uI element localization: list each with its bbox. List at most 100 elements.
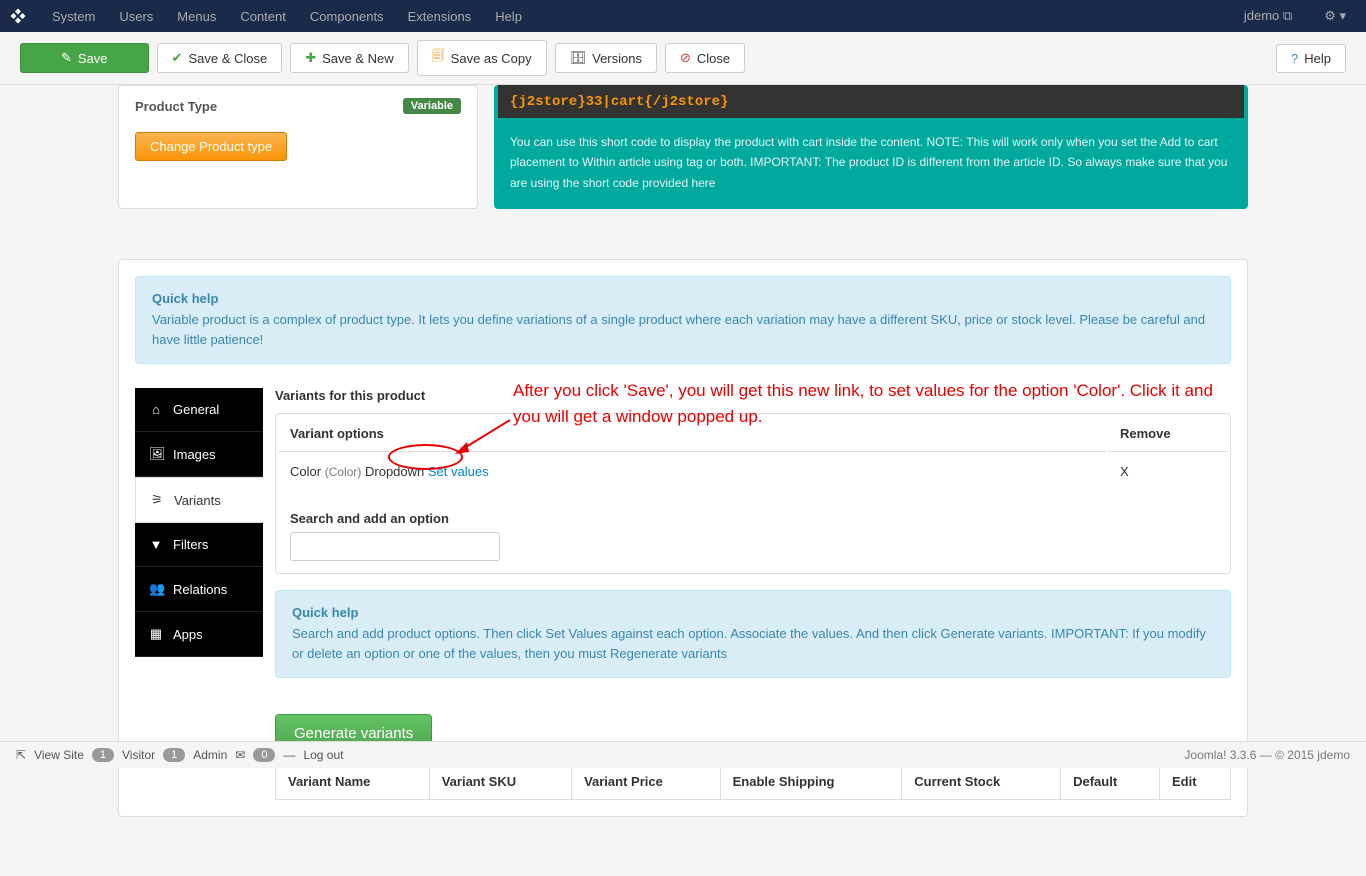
tab-images[interactable]: 🖼 Images bbox=[135, 432, 263, 477]
shortcode-box: {j2store}33|cart{/j2store} bbox=[498, 85, 1244, 118]
tab-variants-label: Variants bbox=[174, 493, 221, 508]
quick-help-1-title: Quick help bbox=[152, 291, 1214, 306]
copy-icon: 🗐 bbox=[432, 47, 445, 69]
side-tabs: ⌂ General 🖼 Images ⚞ Variants ▼ Filters bbox=[135, 388, 263, 800]
shortcode-panel: {j2store}33|cart{/j2store} You can use t… bbox=[494, 85, 1248, 209]
nav-components[interactable]: Components bbox=[298, 9, 396, 24]
nav-settings[interactable]: ⚙ ▾ bbox=[1312, 8, 1358, 24]
quick-help-1: Quick help Variable product is a complex… bbox=[135, 276, 1231, 364]
quick-help-1-body: Variable product is a complex of product… bbox=[152, 310, 1214, 349]
nav-user-label: jdemo bbox=[1244, 8, 1279, 23]
save-close-button[interactable]: ✔ Save & Close bbox=[157, 43, 283, 73]
gear-icon: ⚙ bbox=[1324, 8, 1336, 23]
view-site-link[interactable]: View Site bbox=[34, 748, 84, 762]
save-label: Save bbox=[78, 51, 108, 66]
variant-name: Color bbox=[290, 464, 321, 479]
footer-version: Joomla! 3.3.6 — © 2015 jdemo bbox=[1184, 748, 1350, 762]
check-icon: ✎ bbox=[61, 50, 72, 66]
close-button[interactable]: ⊘ Close bbox=[665, 43, 745, 73]
external-link-icon: ⧉ bbox=[1283, 8, 1292, 23]
variant-type: Dropdown bbox=[365, 464, 424, 479]
nav-users[interactable]: Users bbox=[107, 9, 165, 24]
nav-extensions[interactable]: Extensions bbox=[396, 9, 484, 24]
admin-link[interactable]: Admin bbox=[193, 748, 227, 762]
search-option-input[interactable] bbox=[290, 532, 500, 561]
main-panel: Quick help Variable product is a complex… bbox=[118, 259, 1248, 817]
grid-icon: ▦ bbox=[149, 626, 163, 642]
versions-button[interactable]: 🗄 Versions bbox=[555, 43, 657, 73]
col-edit: Edit bbox=[1159, 764, 1230, 800]
save-button[interactable]: ✎ Save bbox=[20, 43, 149, 73]
col-default: Default bbox=[1061, 764, 1160, 800]
joomla-logo-icon[interactable] bbox=[8, 6, 28, 26]
archive-icon: 🗄 bbox=[570, 50, 587, 66]
save-close-label: Save & Close bbox=[188, 51, 267, 66]
tab-filters[interactable]: ▼ Filters bbox=[135, 523, 263, 567]
col-variant-name: Variant Name bbox=[276, 764, 430, 800]
tab-images-label: Images bbox=[173, 447, 216, 462]
mail-count-badge: 0 bbox=[253, 748, 275, 762]
quick-help-2-body: Search and add product options. Then cli… bbox=[292, 624, 1214, 663]
nav-menus[interactable]: Menus bbox=[165, 9, 228, 24]
change-product-type-button[interactable]: Change Product type bbox=[135, 132, 287, 161]
users-icon: 👥 bbox=[149, 581, 163, 597]
tab-apps-label: Apps bbox=[173, 627, 203, 642]
remove-variant-button[interactable]: X bbox=[1120, 464, 1129, 479]
admin-navbar: System Users Menus Content Components Ex… bbox=[0, 0, 1366, 32]
col-variant-price: Variant Price bbox=[572, 764, 721, 800]
help-button[interactable]: ? Help bbox=[1276, 44, 1346, 73]
visitor-link[interactable]: Visitor bbox=[122, 748, 155, 762]
variants-grid: Variant Name Variant SKU Variant Price E… bbox=[275, 763, 1231, 800]
home-icon: ⌂ bbox=[149, 402, 163, 417]
variants-content: Variants for this product After you clic… bbox=[263, 388, 1231, 800]
tab-apps[interactable]: ▦ Apps bbox=[135, 612, 263, 657]
cancel-icon: ⊘ bbox=[680, 50, 691, 66]
search-option-label: Search and add an option bbox=[290, 511, 1216, 526]
save-new-button[interactable]: ✚ Save & New bbox=[290, 43, 408, 73]
external-icon: ⇱ bbox=[16, 748, 26, 762]
col-current-stock: Current Stock bbox=[902, 764, 1061, 800]
annotation-arrow-icon bbox=[455, 418, 515, 458]
nav-system[interactable]: System bbox=[40, 9, 107, 24]
nav-user[interactable]: jdemo ⧉ bbox=[1232, 8, 1304, 24]
logout-link[interactable]: Log out bbox=[303, 748, 343, 762]
save-new-label: Save & New bbox=[322, 51, 394, 66]
col-variant-sku: Variant SKU bbox=[429, 764, 571, 800]
tab-filters-label: Filters bbox=[173, 537, 208, 552]
versions-label: Versions bbox=[592, 51, 642, 66]
variant-paren: (Color) bbox=[325, 465, 362, 479]
filter-icon: ▼ bbox=[149, 537, 163, 552]
tab-relations[interactable]: 👥 Relations bbox=[135, 567, 263, 612]
quick-help-2-title: Quick help bbox=[292, 605, 1214, 620]
caret-down-icon: ▾ bbox=[1339, 8, 1346, 23]
product-type-panel: Product Type Variable Change Product typ… bbox=[118, 85, 478, 209]
question-icon: ? bbox=[1291, 51, 1298, 66]
nav-help[interactable]: Help bbox=[483, 9, 534, 24]
col-enable-shipping: Enable Shipping bbox=[720, 764, 902, 800]
tab-general-label: General bbox=[173, 402, 219, 417]
visitor-count-badge: 1 bbox=[92, 748, 114, 762]
quick-help-2: Quick help Search and add product option… bbox=[275, 590, 1231, 678]
tab-relations-label: Relations bbox=[173, 582, 227, 597]
tab-variants[interactable]: ⚞ Variants bbox=[135, 477, 263, 523]
sitemap-icon: ⚞ bbox=[150, 492, 164, 508]
shortcode-text: {j2store}33|cart{/j2store} bbox=[510, 94, 728, 110]
annotation-text: After you click 'Save', you will get thi… bbox=[513, 378, 1231, 429]
product-type-badge: Variable bbox=[403, 98, 461, 114]
mail-icon: ✉ bbox=[235, 748, 245, 762]
nav-content[interactable]: Content bbox=[228, 9, 298, 24]
help-label: Help bbox=[1304, 51, 1331, 66]
product-type-label: Product Type bbox=[135, 99, 403, 114]
plus-icon: ✚ bbox=[305, 50, 316, 66]
set-values-link[interactable]: Set values bbox=[428, 464, 489, 479]
close-label: Close bbox=[697, 51, 730, 66]
save-copy-button[interactable]: 🗐 Save as Copy bbox=[417, 40, 547, 76]
action-toolbar: ✎ Save ✔ Save & Close ✚ Save & New 🗐 Sav… bbox=[0, 32, 1366, 85]
dash-sep: — bbox=[283, 748, 295, 762]
tab-general[interactable]: ⌂ General bbox=[135, 388, 263, 432]
check-icon: ✔ bbox=[172, 50, 183, 66]
shortcode-desc: You can use this short code to display t… bbox=[494, 118, 1248, 193]
save-copy-label: Save as Copy bbox=[451, 51, 532, 66]
admin-count-badge: 1 bbox=[163, 748, 185, 762]
variant-row: Color (Color) Dropdown Set values X bbox=[278, 454, 1228, 489]
